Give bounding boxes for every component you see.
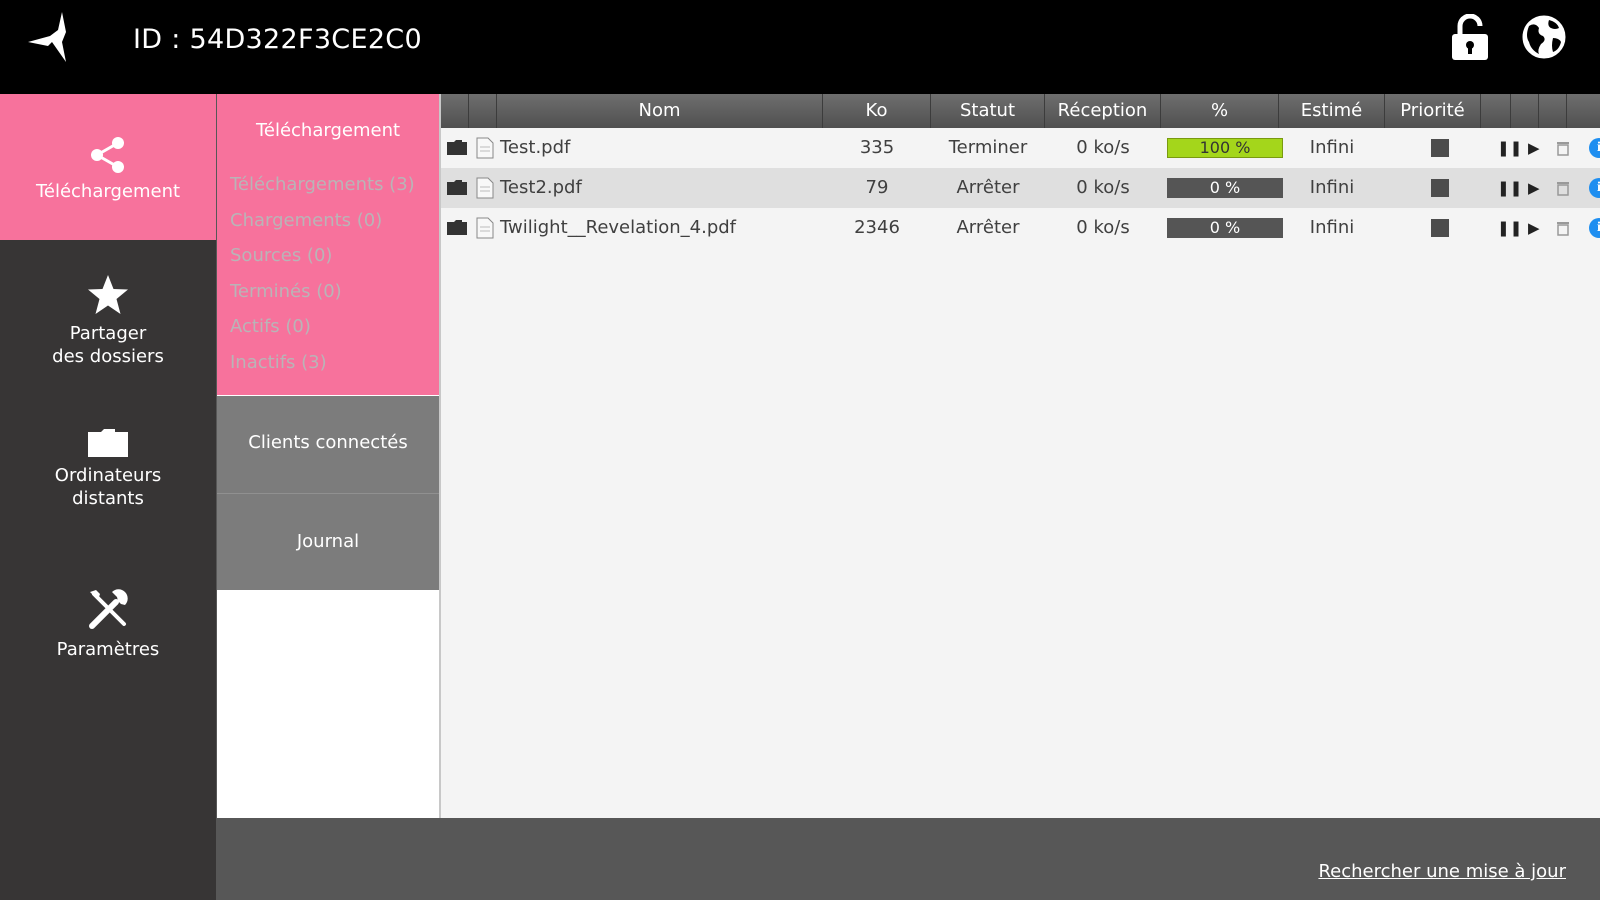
status-text: Arrêter [956, 177, 1020, 198]
device-id: ID : 54D322F3CE2C0 [133, 24, 422, 55]
table-header: Nom Ko Statut Réception % Estimé Priorit… [441, 94, 1600, 128]
sidebar-item-label: Partager des dossiers [52, 323, 164, 367]
column-header-estime[interactable]: Estimé [1279, 94, 1385, 128]
reception-rate: 0 ko/s [1076, 137, 1130, 158]
file-name: Twilight__Revelation_4.pdf [500, 217, 737, 238]
column-header-ko[interactable]: Ko [823, 94, 931, 128]
file-size: 79 [865, 177, 889, 198]
open-folder-icon[interactable] [446, 140, 468, 156]
table-row[interactable]: Test.pdf 335 Terminer 0 ko/s 100 % Infin… [441, 128, 1600, 168]
table-row[interactable]: Twilight__Revelation_4.pdf 2346 Arrêter … [441, 208, 1600, 248]
tools-icon [89, 589, 128, 629]
info-icon[interactable]: i [1589, 218, 1600, 238]
trash-icon[interactable] [1556, 140, 1570, 156]
estimated-time: Infini [1309, 217, 1355, 238]
downloads-table: Nom Ko Statut Réception % Estimé Priorit… [439, 94, 1600, 818]
filter-inactifs[interactable]: Inactifs (3) [230, 352, 415, 388]
header-spacer [1511, 94, 1539, 128]
filter-termines[interactable]: Terminés (0) [230, 281, 415, 317]
submenu-title[interactable]: Téléchargement [217, 120, 439, 141]
table-row[interactable]: Test2.pdf 79 Arrêter 0 ko/s 0 % Infini ❚… [441, 168, 1600, 208]
share-icon [91, 137, 124, 173]
globe-icon[interactable] [1519, 12, 1569, 62]
submenu-panel: Téléchargement Téléchargements (3) Charg… [217, 94, 439, 818]
reception-rate: 0 ko/s [1076, 177, 1130, 198]
clients-connectes-button[interactable]: Clients connectés [217, 396, 439, 494]
file-size: 2346 [854, 217, 900, 238]
priority-stop-icon[interactable] [1431, 179, 1449, 197]
column-header-priorite[interactable]: Priorité [1385, 94, 1481, 128]
estimated-time: Infini [1309, 177, 1355, 198]
column-header-percent[interactable]: % [1161, 94, 1279, 128]
footer-bar: Rechercher une mise à jour [217, 818, 1600, 900]
sidebar-item-telechargement[interactable]: Téléchargement [0, 94, 216, 240]
pause-icon[interactable]: ❚❚ [1497, 128, 1522, 168]
filter-telechargements[interactable]: Téléchargements (3) [230, 174, 415, 210]
filter-list: Téléchargements (3) Chargements (0) Sour… [230, 174, 415, 387]
priority-stop-icon[interactable] [1431, 139, 1449, 157]
top-bar: ID : 54D322F3CE2C0 [0, 0, 1600, 94]
trash-icon[interactable] [1556, 220, 1570, 236]
header-spacer [1567, 94, 1600, 128]
progress-bar: 0 % [1167, 218, 1283, 238]
column-header-reception[interactable]: Réception [1045, 94, 1161, 128]
file-name: Test.pdf [500, 137, 571, 158]
file-name: Test2.pdf [500, 177, 582, 198]
sidebar-item-label: Téléchargement [35, 181, 181, 202]
file-icon [476, 137, 494, 159]
play-icon[interactable]: ▶ [1528, 208, 1540, 248]
sidebar-item-label: Ordinateurs distants [54, 465, 162, 509]
progress-bar: 100 % [1167, 138, 1283, 158]
filter-chargements[interactable]: Chargements (0) [230, 210, 415, 246]
progress-label: 100 % [1199, 138, 1251, 157]
reception-rate: 0 ko/s [1076, 217, 1130, 238]
header-spacer [469, 94, 497, 128]
sidebar-item-label: Paramètres [56, 639, 160, 660]
progress-label: 0 % [1209, 218, 1241, 237]
download-filters-panel: Téléchargement Téléchargements (3) Charg… [217, 94, 439, 395]
journal-button[interactable]: Journal [217, 494, 439, 590]
filter-sources[interactable]: Sources (0) [230, 245, 415, 281]
sidebar-item-parametres[interactable]: Paramètres [0, 588, 216, 668]
status-text: Terminer [948, 137, 1028, 158]
folder-icon [88, 429, 128, 457]
sidebar-item-ordinateurs-distants[interactable]: Ordinateurs distants [0, 428, 216, 528]
bird-logo-icon [28, 12, 66, 62]
header-spacer [1481, 94, 1511, 128]
filter-actifs[interactable]: Actifs (0) [230, 316, 415, 352]
file-icon [476, 217, 494, 239]
sidebar: Téléchargement Partager des dossiers Ord… [0, 94, 216, 900]
progress-bar: 0 % [1167, 178, 1283, 198]
header-spacer [1539, 94, 1567, 128]
sidebar-item-partager-dossiers[interactable]: Partager des dossiers [0, 274, 216, 374]
column-header-nom[interactable]: Nom [497, 94, 823, 128]
open-folder-icon[interactable] [446, 180, 468, 196]
info-icon[interactable]: i [1589, 138, 1600, 158]
progress-label: 0 % [1209, 178, 1241, 197]
priority-stop-icon[interactable] [1431, 219, 1449, 237]
trash-icon[interactable] [1556, 180, 1570, 196]
pause-icon[interactable]: ❚❚ [1497, 208, 1522, 248]
unlocked-padlock-icon[interactable] [1450, 14, 1490, 62]
status-text: Arrêter [956, 217, 1020, 238]
check-update-link[interactable]: Rechercher une mise à jour [1318, 861, 1566, 882]
pause-icon[interactable]: ❚❚ [1497, 168, 1522, 208]
column-header-statut[interactable]: Statut [931, 94, 1045, 128]
header-spacer [441, 94, 469, 128]
open-folder-icon[interactable] [446, 220, 468, 236]
star-icon [88, 275, 128, 314]
file-icon [476, 177, 494, 199]
info-icon[interactable]: i [1589, 178, 1600, 198]
file-size: 335 [859, 137, 895, 158]
estimated-time: Infini [1309, 137, 1355, 158]
play-icon[interactable]: ▶ [1528, 168, 1540, 208]
play-icon[interactable]: ▶ [1528, 128, 1540, 168]
